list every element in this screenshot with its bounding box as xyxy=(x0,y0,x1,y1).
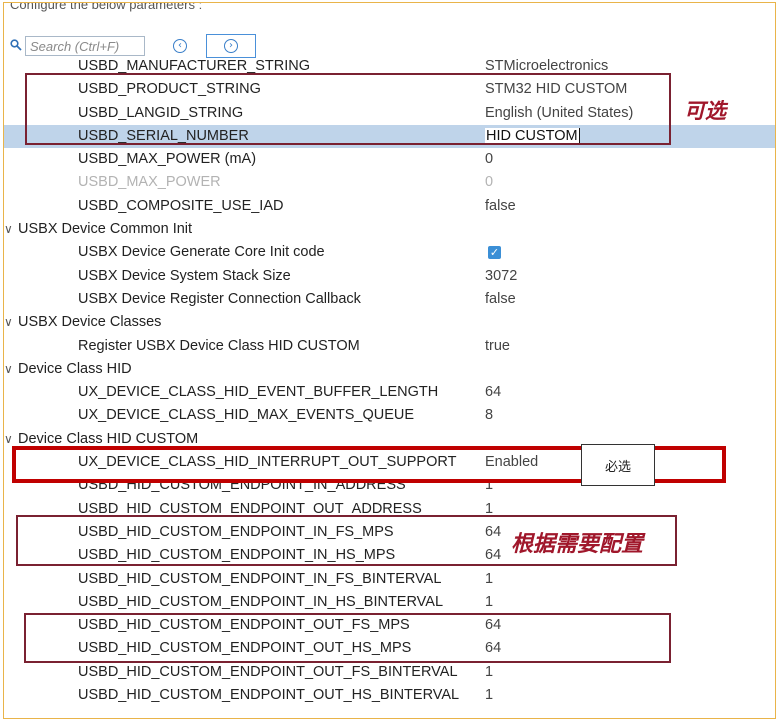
tree-group-row[interactable]: ∨ USBX Device Common Init xyxy=(4,218,775,241)
search-icon[interactable] xyxy=(10,39,22,51)
parameter-value[interactable]: 1 xyxy=(485,594,493,610)
parameter-value[interactable]: 64 xyxy=(485,384,501,400)
tree-group-row[interactable]: ∨ USBX Device Classes xyxy=(4,311,775,334)
optional-annotation-box xyxy=(25,73,671,145)
parameter-row[interactable]: USBD_HID_CUSTOM_ENDPOINT_IN_FS_BINTERVAL… xyxy=(4,568,775,591)
parameter-label: Register USBX Device Class HID CUSTOM xyxy=(78,337,360,354)
chevron-down-icon[interactable]: ∨ xyxy=(4,432,13,446)
parameter-row[interactable]: UX_DEVICE_CLASS_HID_MAX_EVENTS_QUEUE 8 xyxy=(4,404,775,427)
parameter-label: UX_DEVICE_CLASS_HID_EVENT_BUFFER_LENGTH xyxy=(78,384,439,401)
parameter-tree: USBD_MANUFACTURER_STRING STMicroelectroni… xyxy=(4,55,775,707)
parameter-row[interactable]: USBX Device System Stack Size 3072 xyxy=(4,265,775,288)
parameter-row[interactable]: USBD_HID_CUSTOM_ENDPOINT_OUT_FS_BINTERVA… xyxy=(4,661,775,684)
parameter-value[interactable]: true xyxy=(485,338,510,354)
parameter-row[interactable]: USBX Device Register Connection Callback… xyxy=(4,288,775,311)
parameter-label: USBX Device Generate Core Init code xyxy=(78,244,325,261)
parameter-value[interactable]: 1 xyxy=(485,664,493,680)
parameter-value[interactable]: 1 xyxy=(485,571,493,587)
out-mps-annotation-box xyxy=(24,613,671,663)
parameter-row[interactable]: USBD_COMPOSITE_USE_IAD false xyxy=(4,195,775,218)
parameter-label: USBD_MANUFACTURER_STRING xyxy=(78,58,311,74)
parameter-label: USBD_HID_CUSTOM_ENDPOINT_IN_FS_BINTERVAL xyxy=(78,570,442,587)
parameter-value[interactable]: 0 xyxy=(485,174,493,190)
parameter-label: UX_DEVICE_CLASS_HID_MAX_EVENTS_QUEUE xyxy=(78,407,415,424)
required-annotation-label: 必选 xyxy=(581,444,655,486)
chevron-right-circle-icon: › xyxy=(224,39,238,53)
parameter-row[interactable]: USBX Device Generate Core Init code ✓ xyxy=(4,241,775,264)
parameter-label: USBD_HID_CUSTOM_ENDPOINT_OUT_HS_BINTERVA… xyxy=(78,687,460,704)
parameter-label: Device Class HID CUSTOM xyxy=(18,430,199,447)
parameter-label: USBX Device Common Init xyxy=(18,221,193,238)
chevron-down-icon[interactable]: ∨ xyxy=(4,222,13,236)
parameter-label: USBD_MAX_POWER (mA) xyxy=(78,151,257,168)
parameter-value[interactable]: 8 xyxy=(485,407,493,423)
parameter-row[interactable]: Register USBX Device Class HID CUSTOM tru… xyxy=(4,335,775,358)
parameter-value[interactable]: 1 xyxy=(485,687,493,703)
chevron-down-icon[interactable]: ∨ xyxy=(4,362,13,376)
panel-header: Configure the below parameters : xyxy=(10,2,203,12)
parameter-label: USBX Device System Stack Size xyxy=(78,267,291,284)
chevron-left-circle-icon: ‹ xyxy=(173,39,187,53)
search-prev-button[interactable]: ‹ xyxy=(170,36,190,56)
parameter-row[interactable]: USBD_MAX_POWER 0 xyxy=(4,171,775,194)
parameter-row[interactable]: USBD_HID_CUSTOM_ENDPOINT_OUT_HS_BINTERVA… xyxy=(4,684,775,707)
parameter-value[interactable]: false xyxy=(485,291,516,307)
parameter-value[interactable]: 0 xyxy=(485,151,493,167)
parameter-value[interactable]: false xyxy=(485,198,516,214)
optional-annotation-label: 可选 xyxy=(684,99,726,123)
chevron-down-icon[interactable]: ∨ xyxy=(4,315,13,329)
parameter-label: USBD_MAX_POWER xyxy=(78,174,221,191)
parameter-label: Device Class HID xyxy=(18,360,132,377)
parameter-label: USBD_HID_CUSTOM_ENDPOINT_OUT_FS_BINTERVA… xyxy=(78,663,458,680)
parameter-panel: Configure the below parameters : ‹ › USB… xyxy=(3,2,776,719)
parameter-label: USBD_COMPOSITE_USE_IAD xyxy=(78,197,284,214)
parameter-row[interactable]: USBD_HID_CUSTOM_ENDPOINT_IN_HS_BINTERVAL… xyxy=(4,591,775,614)
parameter-label: USBD_HID_CUSTOM_ENDPOINT_IN_HS_BINTERVAL xyxy=(78,593,444,610)
parameter-row[interactable]: USBD_MAX_POWER (mA) 0 xyxy=(4,148,775,171)
as-needed-annotation-label: 根据需要配置 xyxy=(511,532,644,557)
parameter-row[interactable]: UX_DEVICE_CLASS_HID_EVENT_BUFFER_LENGTH 6… xyxy=(4,381,775,404)
tree-group-row[interactable]: ∨ Device Class HID xyxy=(4,358,775,381)
parameter-label: USBX Device Register Connection Callback xyxy=(78,290,361,307)
search-input[interactable] xyxy=(25,36,145,56)
parameter-value[interactable]: 3072 xyxy=(485,268,517,284)
parameter-value[interactable]: STMicroelectronics xyxy=(485,58,608,74)
parameter-checkbox[interactable]: ✓ xyxy=(488,246,501,260)
parameter-label: USBX Device Classes xyxy=(18,314,162,331)
